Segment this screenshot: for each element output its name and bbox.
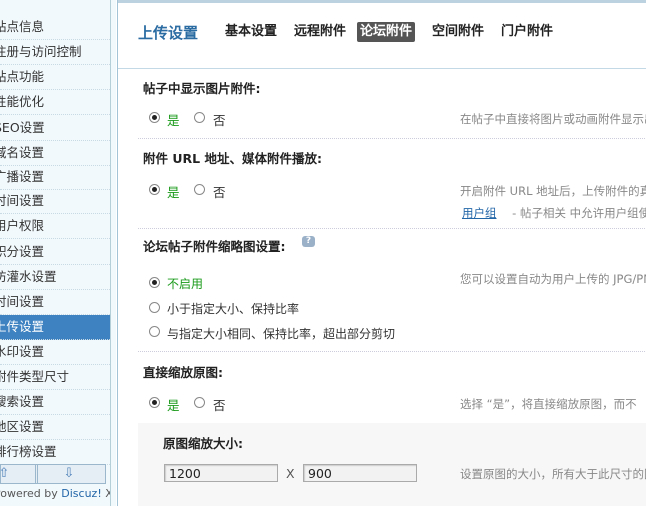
url-media-yes-radio[interactable] [149,184,160,195]
header-top-border [118,0,646,3]
show-images-yes-radio[interactable] [149,112,160,123]
section-title-original-size: 原图缩放大小: [163,436,243,451]
sidebar-item-attachment-types[interactable]: 附件类型尺寸 [0,365,110,390]
url-media-tip-2-text: - 帖子相关 中允许用户组使 [508,206,646,220]
tab-space-attachments[interactable]: 空间附件 [429,22,487,42]
size-separator: X [286,466,295,481]
sidebar-item-time-2[interactable]: 时间设置 [0,290,110,315]
page-header: 上传设置 基本设置 远程附件 论坛附件 空间附件 门户附件 [118,0,646,69]
sidebar-item-ranking[interactable]: 排行榜设置 [0,440,110,465]
show-images-yes-label[interactable]: 是 [167,110,180,129]
sidebar-item-credits[interactable]: 积分设置 [0,240,110,265]
sidebar-item-anti-flood[interactable]: 防灌水设置 [0,265,110,290]
section-title-show-images: 帖子中显示图片附件: [143,81,261,96]
sidebar-item-register-access[interactable]: 注册与访问控制 [0,40,110,65]
original-height-input[interactable]: 900 [303,464,417,482]
sidebar-item-label: 广播设置 [0,169,45,184]
sidebar-gap [111,0,116,506]
sidebar-item-domain[interactable]: 域名设置 [0,141,110,166]
sidebar-item-broadcast[interactable]: 广播设置 [0,165,110,190]
sidebar-item-label: 站点功能 [0,69,45,84]
direct-scale-tip: 选择 “是”，将直接缩放原图，而不 [460,397,637,411]
tab-basic-settings[interactable]: 基本设置 [222,22,280,42]
original-size-tip: 设置原图的大小，所有大于此尺寸的图 [460,467,646,481]
thumbnail-option-crop-radio[interactable] [149,326,160,337]
sidebar-item-label: 注册与访问控制 [0,44,82,59]
powered-version: X2.5 [102,487,110,500]
scroll-down-arrow-icon[interactable]: ⇩ [37,465,100,483]
sidebar-item-label: 积分设置 [0,244,45,259]
sidebar-item-time[interactable]: 时间设置 [0,189,110,214]
thumbnail-option-smaller-label[interactable]: 小于指定大小、保持比率 [167,300,299,317]
sidebar-item-label: 站点信息 [0,19,45,34]
sidebar-item-label: 时间设置 [0,294,45,309]
section-title-url-media: 附件 URL 地址、媒体附件播放: [143,151,322,166]
sidebar-item-site-features[interactable]: 站点功能 [0,65,110,90]
sidebar-item-site-info[interactable]: 站点信息 [0,15,110,40]
direct-scale-yes-label[interactable]: 是 [167,395,180,414]
admin-sidebar: 站点信息 注册与访问控制 站点功能 性能优化 SEO设置 域名设置 广播设置 时… [0,0,111,506]
direct-scale-no-radio[interactable] [194,397,205,408]
discuz-link[interactable]: Discuz! [61,487,101,500]
original-width-input[interactable]: 1200 [164,464,278,482]
sidebar-item-search[interactable]: 搜索设置 [0,390,110,415]
direct-scale-yes-radio[interactable] [149,397,160,408]
sidebar-item-user-permissions[interactable]: 用户权限 [0,214,110,239]
sidebar-item-seo[interactable]: SEO设置 [0,116,110,141]
show-images-no-radio[interactable] [194,112,205,123]
url-media-tip-2: 用户组 - 帖子相关 中允许用户组使 [460,205,646,221]
help-icon[interactable]: ? [302,236,315,247]
divider [138,351,646,352]
sidebar-item-label: 排行榜设置 [0,444,57,459]
sidebar-item-label: SEO设置 [0,120,45,135]
sidebar-item-label: 水印设置 [0,344,45,359]
tab-portal-attachments[interactable]: 门户附件 [498,22,556,42]
thumbnail-option-smaller-radio[interactable] [149,302,160,313]
sidebar-item-label: 时间设置 [0,193,45,208]
main-content: 上传设置 基本设置 远程附件 论坛附件 空间附件 门户附件 帖子中显示图片附件:… [117,0,646,506]
thumbnail-option-disabled-radio[interactable] [149,277,160,288]
tab-remote-attachments[interactable]: 远程附件 [291,22,349,42]
direct-scale-no-label[interactable]: 否 [213,395,226,414]
sidebar-item-performance[interactable]: 性能优化 [0,90,110,115]
sidebar-item-label: 性能优化 [0,94,45,109]
section-title-direct-scale: 直接缩放原图: [143,365,223,380]
section-title-thumbnail: 论坛帖子附件缩略图设置: [143,239,286,254]
url-media-no-radio[interactable] [194,184,205,195]
thumbnail-option-crop-label[interactable]: 与指定大小相同、保持比率，超出部分剪切 [167,325,395,342]
sidebar-item-label: 防灌水设置 [0,269,57,284]
divider [138,138,646,139]
url-media-yes-label[interactable]: 是 [167,182,180,201]
page-title: 上传设置 [138,24,199,42]
scroll-up-arrow-icon[interactable]: ⇧ [0,465,36,483]
powered-by-footer: Powered by Discuz! X2.5 [0,487,110,500]
thumbnail-option-disabled-label[interactable]: 不启用 [167,275,203,292]
sidebar-item-label: 上传设置 [0,319,45,334]
sidebar-item-label: 域名设置 [0,145,45,160]
sidebar-item-label: 搜索设置 [0,394,45,409]
user-group-link[interactable]: 用户组 [462,206,497,220]
url-media-no-label[interactable]: 否 [213,182,226,201]
powered-prefix: Powered by [0,487,62,500]
url-media-tip: 开启附件 URL 地址后，上传附件的真实 [460,184,646,198]
sidebar-item-label: 地区设置 [0,419,45,434]
thumbnail-tip: 您可以设置自动为用户上传的 JPG/PNG [460,272,646,286]
sidebar-item-watermark[interactable]: 水印设置 [0,340,110,365]
sidebar-item-label: 用户权限 [0,218,45,233]
divider [138,228,646,229]
tab-forum-attachments[interactable]: 论坛附件 [357,22,416,42]
show-images-no-label[interactable]: 否 [213,110,226,129]
sidebar-scroll-controls: ⇧ ⇩ [0,464,106,484]
sidebar-item-label: 附件类型尺寸 [0,369,70,384]
show-images-tip: 在帖子中直接将图片或动画附件显示出来 [460,112,646,126]
sidebar-item-region[interactable]: 地区设置 [0,415,110,440]
sidebar-item-upload[interactable]: 上传设置 [0,315,110,340]
